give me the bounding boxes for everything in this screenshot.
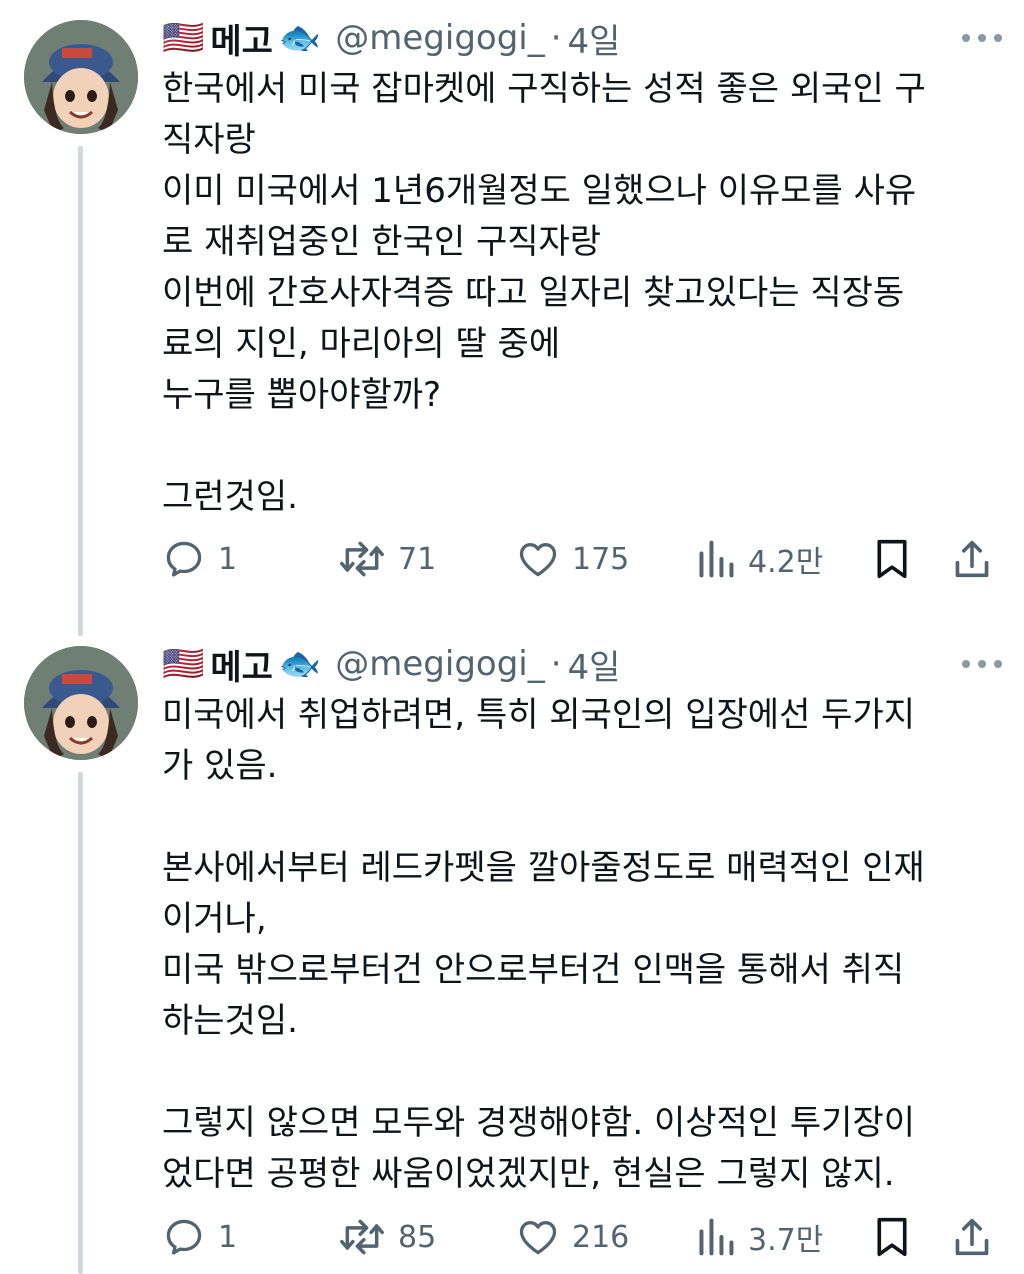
more-dot-icon — [962, 660, 970, 668]
more-dot-icon — [994, 660, 1002, 668]
tweet-line: 이번에 간호사자격증 따고 일자리 찾고있다는 직장동 — [162, 273, 905, 313]
tweet-line: 누구를 뽑아야할까? — [162, 375, 442, 415]
flag-icon: 🇺🇸 — [162, 644, 205, 684]
retweet-button[interactable]: 71 — [338, 534, 436, 584]
retweet-count: 85 — [398, 1219, 437, 1255]
share-icon — [955, 1218, 989, 1256]
share-button[interactable] — [952, 534, 992, 584]
bookmark-icon — [877, 539, 907, 579]
views-button[interactable]: 3.7만 — [696, 1212, 823, 1262]
tweet[interactable]: 🇺🇸 메고 🐟 @megigogi_ · 4일 미국에서 취업하려면, 특히 외… — [0, 626, 1024, 1274]
reply-button[interactable]: 1 — [162, 534, 237, 584]
timestamp[interactable]: 4일 — [568, 14, 621, 63]
tweet-line: 그런것임. — [162, 477, 298, 517]
avatar[interactable] — [24, 646, 138, 760]
tweet-header: 🇺🇸 메고 🐟 @megigogi_ · 4일 — [162, 14, 621, 63]
tweet-line: 한국에서 미국 잡마켓에 구직하는 성적 좋은 외국인 구 — [162, 69, 926, 109]
bookmark-button[interactable] — [872, 534, 912, 584]
tweet-text: 미국에서 취업하려면, 특히 외국인의 입장에선 두가지 가 있음. 본사에서부… — [162, 690, 1002, 1200]
more-dot-icon — [978, 34, 986, 42]
heart-icon — [519, 1221, 557, 1255]
tweet-line: 본사에서부터 레드카펫을 깔아줄정도로 매력적인 인재 — [162, 848, 925, 888]
reply-icon — [166, 541, 202, 577]
bookmark-button[interactable] — [872, 1212, 912, 1262]
more-dot-icon — [962, 34, 970, 42]
fish-icon: 🐟 — [278, 18, 322, 58]
views-chart-icon — [699, 1218, 734, 1256]
fish-icon: 🐟 — [278, 644, 322, 684]
flag-icon: 🇺🇸 — [162, 18, 205, 58]
tweet-line: 하는것임. — [162, 1001, 298, 1041]
like-count: 216 — [572, 1219, 630, 1255]
more-dot-icon — [994, 34, 1002, 42]
tweet-line: 료의 지인, 마리아의 딸 중에 — [162, 324, 561, 364]
like-button[interactable]: 216 — [516, 1212, 629, 1262]
display-name[interactable]: 메고 — [210, 14, 273, 63]
separator-dot: · — [550, 18, 562, 58]
tweet-header: 🇺🇸 메고 🐟 @megigogi_ · 4일 — [162, 640, 621, 689]
more-options-button[interactable] — [962, 28, 1002, 48]
reply-button[interactable]: 1 — [162, 1212, 237, 1262]
views-chart-icon — [699, 540, 734, 578]
tweet[interactable]: 🇺🇸 메고 🐟 @megigogi_ · 4일 한국에서 미국 잡마켓에 구직하… — [0, 0, 1024, 620]
heart-icon — [519, 543, 557, 577]
tweet-line: 이거나, — [162, 899, 267, 939]
views-button[interactable]: 4.2만 — [696, 534, 823, 584]
tweet-text: 한국에서 미국 잡마켓에 구직하는 성적 좋은 외국인 구 직자랑 이미 미국에… — [162, 64, 1002, 523]
tweet-actions: 1 85 216 3.7만 — [160, 1212, 1000, 1262]
like-button[interactable]: 175 — [516, 534, 629, 584]
avatar-image — [24, 20, 138, 134]
reply-icon — [166, 1219, 202, 1255]
tweet-line: 이미 미국에서 1년6개월정도 일했으나 이유모를 사유 — [162, 171, 917, 211]
views-count: 3.7만 — [748, 1223, 824, 1258]
avatar-image — [24, 646, 138, 760]
more-options-button[interactable] — [962, 654, 1002, 674]
tweet-actions: 1 71 175 4.2만 — [160, 534, 1000, 584]
tweet-line — [162, 792, 1002, 843]
tweet-line: 로 재취업중인 한국인 구직자랑 — [162, 222, 602, 262]
tweet-line: 미국에서 취업하려면, 특히 외국인의 입장에선 두가지 — [162, 695, 916, 735]
tweet-line: 었다면 공평한 싸움이었겠지만, 현실은 그렇지 않지. — [162, 1154, 895, 1194]
reply-count: 1 — [218, 541, 238, 577]
avatar[interactable] — [24, 20, 138, 134]
retweet-button[interactable]: 85 — [338, 1212, 436, 1262]
more-dot-icon — [978, 660, 986, 668]
share-button[interactable] — [952, 1212, 992, 1262]
user-handle[interactable]: @megigogi_ — [335, 18, 544, 58]
display-name[interactable]: 메고 — [210, 640, 273, 689]
retweet-count: 71 — [398, 541, 437, 577]
like-count: 175 — [572, 541, 630, 577]
views-count: 4.2만 — [748, 545, 824, 580]
tweet-line — [162, 421, 1002, 472]
separator-dot: · — [550, 644, 562, 684]
tweet-line: 가 있음. — [162, 746, 278, 786]
tweet-line: 그렇지 않으면 모두와 경쟁해야함. 이상적인 투기장이 — [162, 1103, 916, 1143]
user-handle[interactable]: @megigogi_ — [335, 644, 544, 684]
bookmark-icon — [877, 1217, 907, 1257]
tweet-line: 미국 밖으로부터건 안으로부터건 인맥을 통해서 취직 — [162, 950, 905, 990]
retweet-icon — [340, 1219, 384, 1255]
tweet-line: 직자랑 — [162, 120, 256, 160]
timestamp[interactable]: 4일 — [568, 640, 621, 689]
share-icon — [955, 540, 989, 578]
retweet-icon — [340, 541, 384, 577]
reply-count: 1 — [218, 1219, 238, 1255]
tweet-line — [162, 1047, 1002, 1098]
